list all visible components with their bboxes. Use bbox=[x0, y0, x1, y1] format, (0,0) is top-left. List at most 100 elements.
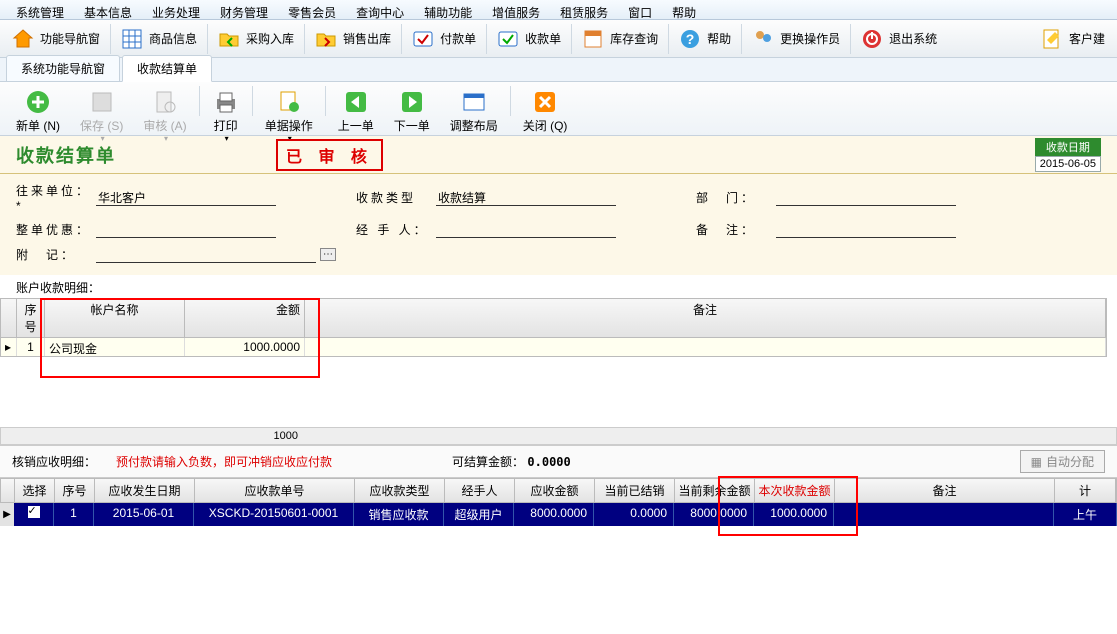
layout-icon bbox=[460, 88, 488, 116]
menu-business[interactable]: 业务处理 bbox=[142, 2, 210, 17]
col-sel[interactable]: 选择 bbox=[15, 479, 55, 502]
col-amt2[interactable]: 应收金额 bbox=[515, 479, 595, 502]
note-icon bbox=[1041, 28, 1063, 50]
menu-basic[interactable]: 基本信息 bbox=[74, 2, 142, 17]
help-icon: ? bbox=[679, 28, 701, 50]
exit-label: 退出系统 bbox=[889, 30, 937, 47]
cell-amt[interactable]: 1000.0000 bbox=[185, 338, 305, 356]
cell-acct[interactable]: 公司现金 bbox=[45, 338, 185, 356]
arrow-left-icon bbox=[342, 88, 370, 116]
menu-rent[interactable]: 租赁服务 bbox=[550, 2, 618, 17]
prev-button[interactable]: 上一单 bbox=[328, 86, 384, 136]
menu-vas[interactable]: 增值服务 bbox=[482, 2, 550, 17]
receive-button[interactable]: 收款单 bbox=[489, 26, 569, 52]
settle-row[interactable]: ▶ 1 2015-06-01 XSCKD-20150601-0001 销售应收款… bbox=[0, 503, 1117, 526]
cell-type2: 销售应收款 bbox=[354, 503, 444, 526]
help-label: 帮助 bbox=[707, 30, 731, 47]
attach-browse-button[interactable]: ⋯ bbox=[320, 248, 336, 261]
calc-amount: 可结算金额： 0.0000 bbox=[452, 453, 571, 470]
unit-field[interactable] bbox=[96, 189, 276, 206]
cell-bill: XSCKD-20150601-0001 bbox=[194, 503, 354, 526]
attach-label: 附 记： bbox=[16, 246, 96, 263]
remark-field[interactable] bbox=[776, 221, 956, 238]
type-label: 收款类型 bbox=[356, 189, 436, 206]
nav-button[interactable]: 功能导航窗 bbox=[4, 26, 108, 52]
col-this[interactable]: 本次收款金额 bbox=[755, 479, 835, 502]
checkbox-icon[interactable] bbox=[28, 506, 40, 518]
sum-value: 1000 bbox=[184, 429, 304, 443]
row-indicator: ▶ bbox=[0, 503, 14, 526]
sale-button[interactable]: 销售出库 bbox=[307, 26, 399, 52]
menu-help[interactable]: 帮助 bbox=[662, 2, 706, 17]
col-idx[interactable]: 序号 bbox=[17, 299, 45, 337]
menubar: 系统管理 基本信息 业务处理 财务管理 零售会员 查询中心 辅助功能 增值服务 … bbox=[0, 0, 1117, 20]
tab-receipt[interactable]: 收款结算单 bbox=[122, 55, 212, 82]
tab-nav[interactable]: 系统功能导航窗 bbox=[6, 55, 120, 81]
layout-button[interactable]: 调整布局 bbox=[440, 86, 508, 136]
cell-idx2: 1 bbox=[54, 503, 94, 526]
print-button[interactable]: 打印▾ bbox=[202, 86, 250, 145]
goods-button[interactable]: 商品信息 bbox=[113, 26, 205, 52]
menu-system[interactable]: 系统管理 bbox=[6, 2, 74, 17]
cell-this[interactable]: 1000.0000 bbox=[754, 503, 834, 526]
handler-field[interactable] bbox=[436, 221, 616, 238]
dept-field[interactable] bbox=[776, 189, 956, 206]
stock-label: 库存查询 bbox=[610, 30, 658, 47]
doc-title: 收款结算单 bbox=[16, 142, 116, 168]
form-area: 往来单位：* 收款类型 部 门： 整单优惠： 经 手 人： 备 注： 附 记：⋯ bbox=[0, 174, 1117, 275]
menu-query[interactable]: 查询中心 bbox=[346, 2, 414, 17]
col-note[interactable]: 备注 bbox=[305, 299, 1106, 337]
document-toolbar: 新单 (N) 保存 (S)▾ 审核 (A)▾ 打印▾ 单据操作▾ 上一单 下一单… bbox=[0, 82, 1117, 136]
cell-set: 0.0000 bbox=[594, 503, 674, 526]
receive-label: 收款单 bbox=[525, 30, 561, 47]
col-amt[interactable]: 金额 bbox=[185, 299, 305, 337]
table-row[interactable]: ▸ 1 公司现金 1000.0000 bbox=[1, 338, 1106, 356]
customer-button[interactable]: 客户建 bbox=[1033, 26, 1113, 52]
cell-sel[interactable] bbox=[14, 503, 54, 526]
col-set[interactable]: 当前已结销 bbox=[595, 479, 675, 502]
menu-retail[interactable]: 零售会员 bbox=[278, 2, 346, 17]
audit-stamp: 已 审 核 bbox=[276, 139, 383, 171]
auto-assign-button[interactable]: ▦ 自动分配 bbox=[1020, 450, 1105, 473]
col-acct[interactable]: 帐户名称 bbox=[45, 299, 185, 337]
ops-button[interactable]: 单据操作▾ bbox=[255, 86, 323, 145]
disc-label: 整单优惠： bbox=[16, 221, 96, 238]
help-button[interactable]: ? 帮助 bbox=[671, 26, 739, 52]
disc-field[interactable] bbox=[96, 221, 276, 238]
stock-button[interactable]: 库存查询 bbox=[574, 26, 666, 52]
svg-text:?: ? bbox=[686, 31, 695, 47]
row-handle[interactable]: ▸ bbox=[1, 338, 17, 356]
purchase-button[interactable]: 采购入库 bbox=[210, 26, 302, 52]
menu-aux[interactable]: 辅助功能 bbox=[414, 2, 482, 17]
doc-ops-icon bbox=[275, 88, 303, 116]
cell-note[interactable] bbox=[305, 338, 1106, 356]
col-rem[interactable]: 当前剩余金额 bbox=[675, 479, 755, 502]
auto-icon: ▦ bbox=[1031, 455, 1042, 469]
date-value[interactable]: 2015-06-05 bbox=[1035, 156, 1101, 172]
col-bill[interactable]: 应收款单号 bbox=[195, 479, 355, 502]
exit-button[interactable]: 退出系统 bbox=[853, 26, 945, 52]
close-button[interactable]: 关闭 (Q) bbox=[513, 86, 578, 136]
next-button[interactable]: 下一单 bbox=[384, 86, 440, 136]
pay-icon bbox=[412, 28, 434, 50]
type-field[interactable] bbox=[436, 189, 616, 206]
switch-user-button[interactable]: 更换操作员 bbox=[744, 26, 848, 52]
pay-button[interactable]: 付款单 bbox=[404, 26, 484, 52]
menu-finance[interactable]: 财务管理 bbox=[210, 2, 278, 17]
new-button[interactable]: 新单 (N) bbox=[6, 86, 70, 136]
col-hand[interactable]: 经手人 bbox=[445, 479, 515, 502]
users-icon bbox=[752, 28, 774, 50]
cell-note2[interactable] bbox=[834, 503, 1054, 526]
menu-window[interactable]: 窗口 bbox=[618, 2, 662, 17]
attach-field[interactable] bbox=[96, 246, 316, 263]
col-note2[interactable]: 备注 bbox=[835, 479, 1055, 502]
save-button: 保存 (S)▾ bbox=[70, 86, 133, 145]
col-idx2[interactable]: 序号 bbox=[55, 479, 95, 502]
cell-rem: 8000.0000 bbox=[674, 503, 754, 526]
col-date[interactable]: 应收发生日期 bbox=[95, 479, 195, 502]
settle-grid: 选择 序号 应收发生日期 应收款单号 应收款类型 经手人 应收金额 当前已结销 … bbox=[0, 478, 1117, 526]
col-last[interactable]: 计 bbox=[1055, 479, 1116, 502]
remark-label: 备 注： bbox=[696, 221, 776, 238]
col-type2[interactable]: 应收款类型 bbox=[355, 479, 445, 502]
section2-label: 核销应收明细： bbox=[12, 453, 96, 470]
